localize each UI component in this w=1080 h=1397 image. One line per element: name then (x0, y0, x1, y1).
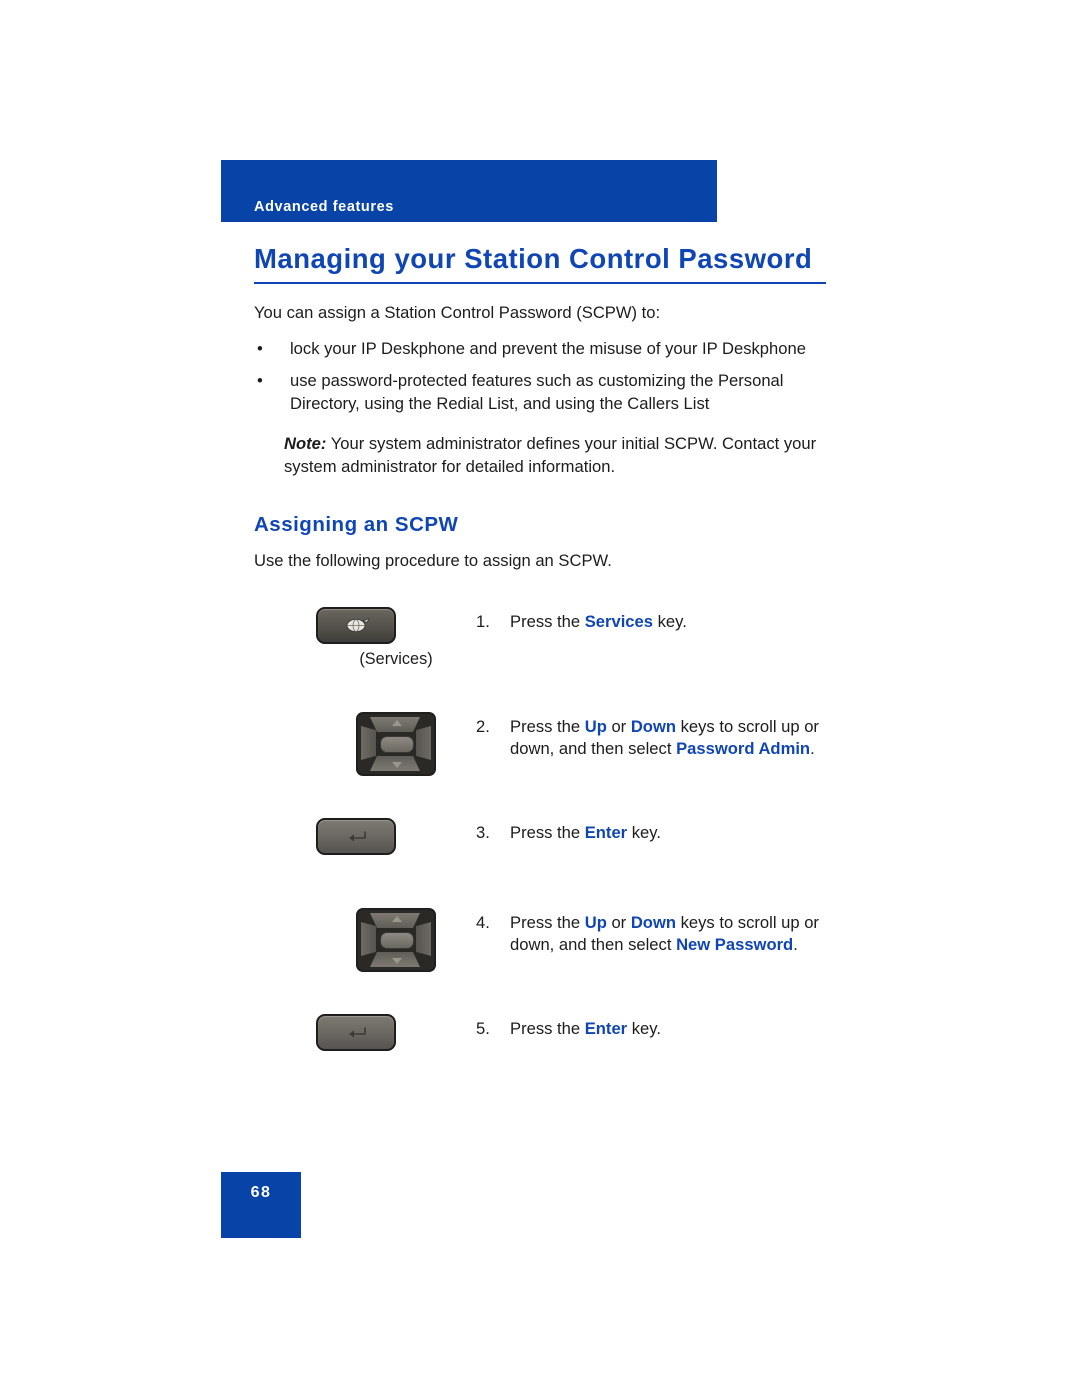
list-item: • lock your IP Deskphone and prevent the… (254, 337, 834, 360)
return-arrow-glyph-icon (349, 1026, 366, 1038)
step-text-run: or (606, 717, 631, 736)
step-number: 4. (476, 913, 490, 932)
intro-bullet-list: • lock your IP Deskphone and prevent the… (254, 337, 834, 415)
nav-center-button-icon (380, 736, 414, 753)
step-instruction-text: Press the Enter key. (510, 1018, 846, 1040)
list-item: • use password-protected features such a… (254, 369, 834, 415)
page-title: Managing your Station Control Password (254, 243, 813, 274)
running-head-bar: Advanced features (221, 160, 717, 222)
services-key-icon (316, 607, 396, 644)
nav-right-segment-icon (416, 726, 431, 760)
step-instruction-text: Press the Enter key. (510, 822, 846, 844)
note-label: Note: (284, 434, 327, 453)
section-intro-paragraph: Use the following procedure to assign an… (254, 551, 612, 570)
enter-key-icon (316, 818, 396, 855)
list-item-text: use password-protected features such as … (290, 371, 784, 413)
step-text-run: Press the (510, 1019, 585, 1038)
page-number: 68 (250, 1184, 272, 1201)
step-text-run: key. (627, 823, 661, 842)
step-body: 4. Press the Up or Down keys to scroll up… (476, 912, 846, 955)
key-name-emphasis: Down (630, 717, 676, 736)
nav-right-segment-icon (416, 922, 431, 956)
step-text-run: Press the (510, 612, 585, 631)
enter-key-icon (316, 1014, 396, 1051)
step-text-run: key. (653, 612, 687, 631)
globe-glyph-icon (346, 617, 370, 633)
step-key-artwork (316, 818, 476, 855)
key-name-emphasis: Password Admin (676, 738, 811, 758)
step-number: 3. (476, 823, 490, 842)
step-number: 5. (476, 1019, 490, 1038)
nav-down-arrow-icon (392, 762, 402, 768)
step-body: 1. Press the Services key. (476, 611, 846, 633)
note-text: Your system administrator defines your i… (284, 434, 817, 476)
bullet-dot-icon: • (257, 371, 263, 390)
page-number-block: 68 (221, 1172, 301, 1238)
key-name-emphasis: Enter (584, 823, 628, 842)
title-underline-rule (254, 282, 826, 284)
step-key-artwork (316, 908, 476, 977)
list-item-text: lock your IP Deskphone and prevent the m… (290, 339, 806, 358)
key-name-emphasis: Up (584, 913, 607, 932)
step-body: 2. Press the Up or Down keys to scroll up… (476, 716, 846, 759)
step-number: 1. (476, 612, 490, 631)
step-text-run: Press the (510, 823, 585, 842)
nav-left-segment-icon (361, 726, 376, 760)
navigation-cluster-key-icon (356, 908, 436, 972)
running-head-label: Advanced features (254, 199, 394, 215)
step-key-artwork (316, 712, 476, 781)
intro-body: You can assign a Station Control Passwor… (254, 301, 834, 478)
step-text-run: key. (627, 1019, 661, 1038)
step-key-artwork (316, 1014, 476, 1051)
step-text-run: . (793, 934, 798, 954)
step-text-run: Press the (510, 717, 585, 736)
key-name-emphasis: Up (584, 717, 607, 736)
intro-lead-paragraph: You can assign a Station Control Passwor… (254, 303, 661, 322)
step-text-run: or (606, 913, 631, 932)
step-body: 3. Press the Enter key. (476, 822, 846, 844)
step-number: 2. (476, 717, 490, 736)
nav-down-arrow-icon (392, 958, 402, 964)
step-text-run: . (810, 738, 815, 758)
navigation-cluster-key-icon (356, 712, 436, 776)
nav-up-arrow-icon (392, 720, 402, 726)
step-body: 5. Press the Enter key. (476, 1018, 846, 1040)
step-instruction-text: Press the Services key. (510, 611, 846, 633)
key-name-emphasis: Services (584, 612, 653, 631)
step-key-artwork: (Services) (316, 607, 476, 669)
note-block: Note: Your system administrator defines … (254, 432, 834, 478)
return-arrow-glyph-icon (349, 830, 366, 842)
step-instruction-text: Press the Up or Down keys to scroll up o… (510, 912, 846, 955)
document-page: Advanced features Managing your Station … (0, 0, 1080, 1397)
bullet-dot-icon: • (257, 339, 263, 358)
nav-up-arrow-icon (392, 916, 402, 922)
step-instruction-text: Press the Up or Down keys to scroll up o… (510, 716, 846, 759)
key-name-emphasis: Down (630, 913, 676, 932)
nav-left-segment-icon (361, 922, 376, 956)
nav-center-button-icon (380, 932, 414, 949)
step-text-run: Press the (510, 913, 585, 932)
key-name-emphasis: Enter (584, 1019, 628, 1038)
section-heading: Assigning an SCPW (254, 513, 459, 536)
key-name-emphasis: New Password (676, 934, 794, 954)
step-key-caption: (Services) (359, 650, 433, 668)
